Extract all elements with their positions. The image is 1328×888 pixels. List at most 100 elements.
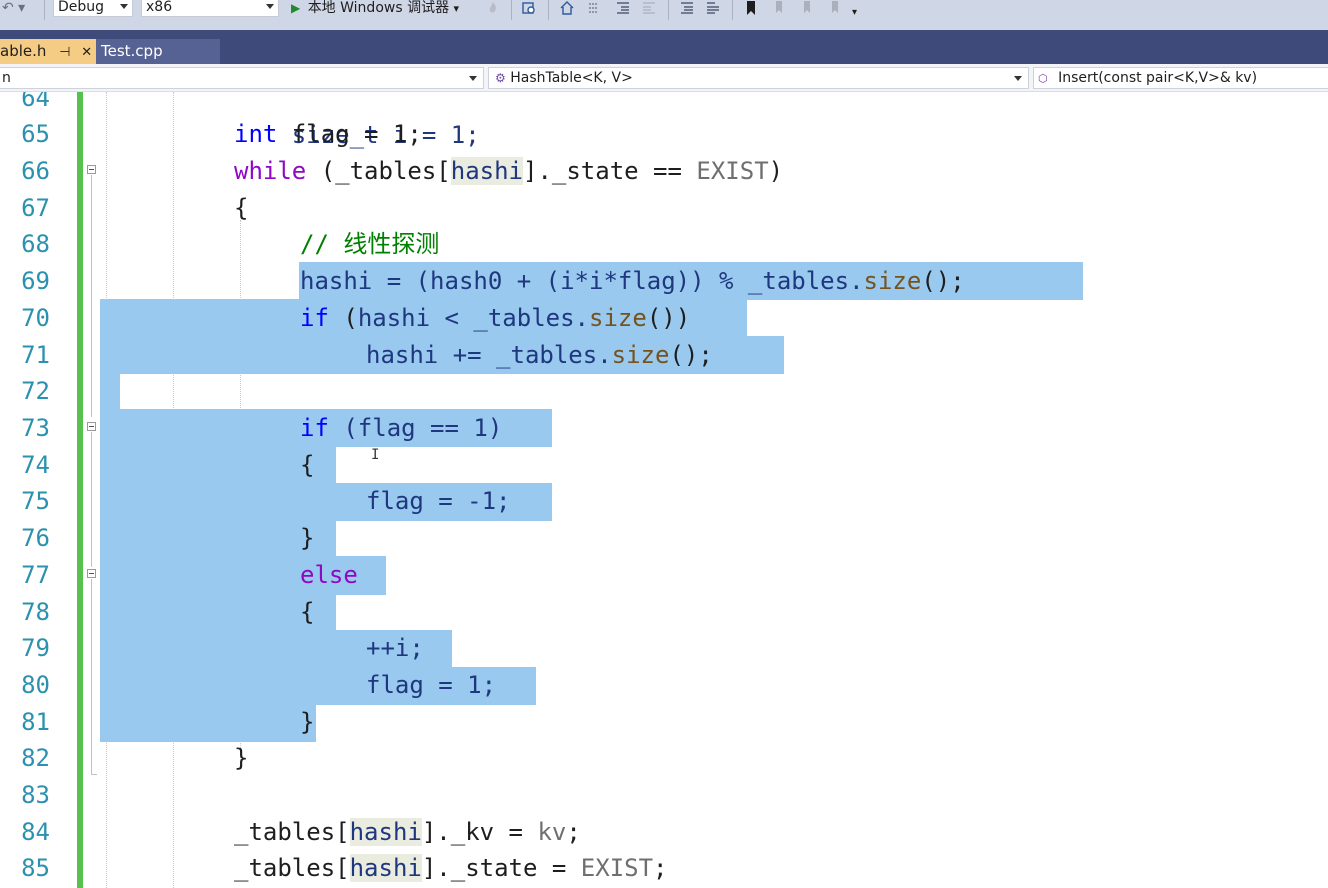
code-variable: hashi: [357, 304, 431, 332]
next-bookmark-icon[interactable]: [800, 1, 814, 15]
change-tracking-margin: [77, 92, 83, 888]
line-number: 84: [21, 818, 50, 846]
find-in-files-icon[interactable]: [522, 1, 536, 15]
start-debugging-label: 本地 Windows 调试器: [307, 0, 450, 16]
code-line: flag = 1;: [366, 667, 496, 704]
code-token: < _tables.: [430, 304, 590, 332]
platform-dropdown[interactable]: x86: [141, 0, 279, 17]
code-line: {: [234, 190, 248, 227]
collapse-toggle[interactable]: [87, 165, 96, 174]
line-number: 64: [21, 92, 50, 112]
pin-icon[interactable]: ⊣: [59, 45, 70, 60]
code-token: ): [768, 157, 784, 185]
code-token: _tables[: [234, 854, 350, 882]
code-line: // 线性探测: [300, 226, 439, 263]
code-token: }: [234, 744, 249, 772]
play-icon: ▶: [291, 1, 301, 15]
home-icon[interactable]: [560, 1, 574, 15]
code-keyword: while: [234, 157, 307, 185]
class-value: HashTable<K, V>: [510, 70, 633, 86]
code-line: hashi = (hash0 + (i*i*flag)) % _tables.s…: [300, 263, 965, 300]
line-number: 67: [21, 194, 50, 222]
outdent-icon[interactable]: [616, 1, 630, 15]
uncomment-icon[interactable]: [706, 1, 720, 15]
code-token: ();: [921, 267, 965, 295]
tab-label: Test.cpp: [101, 42, 163, 60]
chevron-down-icon: [1014, 76, 1022, 81]
line-number: 75: [21, 487, 50, 515]
clear-bookmarks-icon[interactable]: [828, 1, 842, 15]
config-value: Debug: [58, 0, 105, 15]
toolbar-separator: [44, 0, 45, 20]
code-token: (flag == 1): [328, 414, 503, 442]
code-token: flag = 1;: [277, 120, 422, 148]
code-token: _tables[: [234, 818, 350, 846]
fold-line: [91, 774, 97, 775]
code-token: ]._state =: [421, 854, 581, 882]
step-icon[interactable]: [586, 1, 600, 15]
bookmark-icon[interactable]: [744, 1, 758, 15]
line-number: 78: [21, 598, 50, 626]
chevron-down-icon: [266, 4, 274, 9]
line-number: 81: [21, 708, 50, 736]
prev-bookmark-icon[interactable]: [772, 1, 786, 15]
code-keyword: if: [300, 304, 329, 332]
toolbar-separator: [668, 0, 669, 20]
line-number: 69: [21, 267, 50, 295]
close-icon[interactable]: ✕: [81, 45, 92, 60]
selection-highlight: [100, 704, 316, 742]
code-keyword: if: [300, 414, 329, 442]
code-token: }: [300, 708, 315, 736]
code-line: flag = -1;: [366, 483, 511, 520]
collapse-toggle[interactable]: [87, 422, 96, 431]
navigation-bar: n ⚙ HashTable<K, V> ⬡ Insert(const pair<…: [0, 64, 1328, 92]
code-line: {: [300, 447, 314, 484]
toolbar-separator: [548, 0, 549, 20]
tab-hashtable-h[interactable]: able.h ⊣ ✕: [0, 39, 96, 64]
collapse-toggle[interactable]: [87, 569, 96, 578]
class-dropdown[interactable]: ⚙ HashTable<K, V>: [488, 67, 1029, 89]
code-editor[interactable]: 64 65 66 67 68 69 70 71 72 73 74 75 76 7…: [0, 92, 1328, 888]
code-variable: hashi: [450, 157, 523, 185]
indent-icon[interactable]: [642, 1, 656, 15]
comment-out-icon[interactable]: [680, 1, 694, 15]
code-token: ;: [653, 854, 668, 882]
line-number: 80: [21, 671, 50, 699]
code-line: size_t i = 1;: [234, 92, 480, 149]
code-line: while (_tables[hashi]._state == EXIST): [234, 153, 783, 190]
code-function: size: [589, 304, 647, 332]
chevron-down-icon: ▾: [453, 2, 460, 15]
code-constant: EXIST: [580, 854, 654, 882]
code-line: }: [234, 740, 248, 777]
line-number: 71: [21, 341, 50, 369]
scope-value: n: [2, 70, 11, 86]
code-function: size: [611, 341, 670, 369]
scope-dropdown[interactable]: n: [0, 67, 484, 89]
config-dropdown[interactable]: Debug: [53, 0, 133, 17]
line-number: 77: [21, 561, 50, 589]
code-token: = (hash0 + (i*i*flag)) % _tables.: [372, 267, 864, 295]
platform-value: x86: [146, 0, 173, 15]
tab-label: able.h: [0, 42, 47, 60]
code-line: if (flag == 1): [300, 410, 502, 447]
code-line: _tables[hashi]._state = EXIST;: [234, 850, 668, 887]
start-debugging-button[interactable]: ▶ 本地 Windows 调试器 ▾: [291, 0, 459, 17]
text-cursor-icon: I: [371, 447, 380, 463]
code-line: _tables[hashi]._kv = kv;: [234, 814, 581, 851]
hot-reload-icon[interactable]: [486, 1, 500, 15]
tab-test-cpp[interactable]: Test.cpp: [96, 39, 220, 64]
line-number: 72: [21, 377, 50, 405]
toolbar-overflow-icon[interactable]: ▾: [852, 4, 857, 21]
code-keyword: else: [300, 561, 358, 589]
undo-icon[interactable]: ↶ ▾: [2, 0, 25, 17]
code-token: ]._kv =: [421, 818, 538, 846]
toolbar: ↶ ▾ Debug x86 ▶ 本地 Windows 调试器 ▾ ▾: [0, 0, 1328, 30]
line-number: 68: [21, 230, 50, 258]
code-line: }: [300, 520, 314, 557]
code-token: flag = -1;: [366, 487, 511, 515]
member-dropdown[interactable]: ⬡ Insert(const pair<K,V>& kv): [1033, 67, 1328, 89]
code-token: {: [300, 451, 315, 479]
code-token: += _tables.: [438, 341, 612, 369]
fold-line: [91, 175, 92, 417]
code-token: {: [234, 194, 249, 222]
